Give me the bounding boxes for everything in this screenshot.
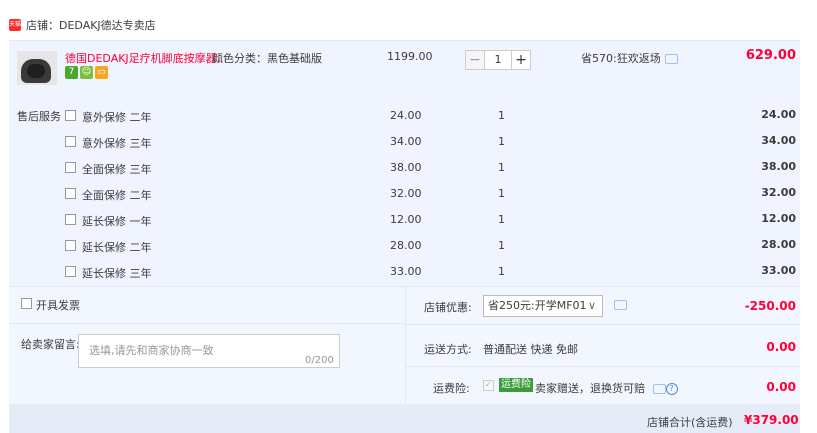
qty-plus-button[interactable]: +: [511, 50, 531, 70]
promo-text: 省570:狂欢返场: [581, 52, 661, 65]
invoice-label[interactable]: 开具发票: [36, 297, 80, 313]
insurance-checkbox: ✓: [483, 380, 494, 391]
sku-label: 颜色分类：: [212, 52, 267, 65]
message-icon[interactable]: [652, 384, 666, 394]
shipping-label: 运送方式:: [424, 343, 472, 356]
product-badge-icon: ☺: [80, 66, 93, 79]
service-qty: 1: [498, 161, 505, 174]
service-checkbox[interactable]: [65, 188, 76, 199]
promo-info: 省570:狂欢返场: [581, 50, 678, 66]
qty-minus-button[interactable]: −: [465, 50, 485, 70]
service-name[interactable]: 全面保修 二年: [82, 187, 152, 203]
service-row[interactable]: 延长保修 一年 12.00 1 12.00: [0, 212, 817, 240]
shop-total-amount: ¥379.00: [744, 413, 799, 427]
message-icon[interactable]: [614, 300, 627, 310]
sku-value: 黑色基础版: [267, 52, 322, 65]
service-checkbox[interactable]: [65, 136, 76, 147]
coupon-selected: 省250元:开学MF01: [488, 299, 587, 312]
divider: [406, 324, 800, 325]
product-title-link[interactable]: 德国DEDAKJ足疗机脚底按摩器...: [65, 50, 227, 66]
service-total: 12.00: [761, 212, 796, 225]
service-price: 12.00: [390, 213, 422, 226]
invoice-checkbox[interactable]: [21, 298, 32, 309]
service-total: 28.00: [761, 238, 796, 251]
divider: [405, 286, 406, 403]
coupon-select[interactable]: 省250元:开学MF01 ∨: [483, 295, 603, 317]
coupon-amount: -250.00: [744, 299, 796, 313]
insurance-amount: 0.00: [766, 380, 796, 394]
product-badge-icon: ▭: [95, 66, 108, 79]
product-badges: 7 ☺ ▭: [65, 66, 108, 79]
chevron-down-icon: ∨: [587, 299, 596, 312]
service-name[interactable]: 意外保修 三年: [82, 135, 152, 151]
service-qty: 1: [498, 187, 505, 200]
service-row[interactable]: 意外保修 三年 34.00 1 34.00: [0, 134, 817, 162]
shipping-amount: 0.00: [766, 340, 796, 354]
service-name[interactable]: 延长保修 一年: [82, 213, 152, 229]
coupon-label: 店铺优惠:: [424, 301, 472, 314]
insurance-text: 卖家赠送，退换货可赔: [535, 382, 645, 395]
note-char-count: 0/200: [305, 355, 334, 366]
tmall-shop-icon: 天猫: [9, 19, 21, 31]
service-checkbox[interactable]: [65, 162, 76, 173]
note-label: 给卖家留言:: [21, 338, 80, 351]
service-qty: 1: [498, 213, 505, 226]
service-qty: 1: [498, 135, 505, 148]
service-total: 33.00: [761, 264, 796, 277]
sku-info: 颜色分类：黑色基础版: [212, 50, 322, 66]
service-checkbox[interactable]: [65, 266, 76, 277]
service-qty: 1: [498, 265, 505, 278]
message-icon[interactable]: [664, 54, 678, 64]
shop-total-label: 店铺合计(含运费): [647, 416, 733, 429]
service-qty: 1: [498, 239, 505, 252]
divider: [406, 366, 800, 367]
divider: [9, 323, 405, 324]
service-row[interactable]: 意外保修 二年 24.00 1 24.00: [0, 108, 817, 136]
unit-price: 1199.00: [387, 50, 433, 63]
item-total: 629.00: [745, 48, 796, 63]
note-placeholder: 选填,请先和商家协商一致: [89, 344, 214, 357]
service-price: 32.00: [390, 187, 422, 200]
service-checkbox[interactable]: [65, 110, 76, 121]
service-total: 34.00: [761, 134, 796, 147]
help-icon[interactable]: ?: [665, 383, 678, 395]
shop-name[interactable]: 店铺：DEDAKJ德达专卖店: [26, 17, 156, 33]
insurance-tag: 运费险: [499, 378, 533, 392]
service-price: 38.00: [390, 161, 422, 174]
service-row[interactable]: 延长保修 二年 28.00 1 28.00: [0, 238, 817, 266]
service-price: 24.00: [390, 109, 422, 122]
insurance-info: 卖家赠送，退换货可赔 ?: [535, 380, 678, 396]
service-checkbox[interactable]: [65, 240, 76, 251]
product-thumbnail[interactable]: [17, 51, 57, 85]
service-qty: 1: [498, 109, 505, 122]
insurance-label: 运费险:: [433, 382, 470, 395]
service-row[interactable]: 全面保修 二年 32.00 1 32.00: [0, 186, 817, 214]
service-price: 34.00: [390, 135, 422, 148]
service-total: 38.00: [761, 160, 796, 173]
service-price: 33.00: [390, 265, 422, 278]
service-total: 24.00: [761, 108, 796, 121]
shipping-method: 普通配送 快递 免邮: [483, 343, 578, 356]
product-badge-icon: 7: [65, 66, 78, 79]
service-name[interactable]: 意外保修 二年: [82, 109, 152, 125]
service-checkbox[interactable]: [65, 214, 76, 225]
service-name[interactable]: 延长保修 二年: [82, 239, 152, 255]
service-row[interactable]: 全面保修 三年 38.00 1 38.00: [0, 160, 817, 188]
quantity-stepper[interactable]: − 1 +: [465, 50, 531, 70]
qty-input[interactable]: 1: [485, 50, 511, 70]
service-total: 32.00: [761, 186, 796, 199]
service-name[interactable]: 全面保修 三年: [82, 161, 152, 177]
service-price: 28.00: [390, 239, 422, 252]
service-name[interactable]: 延长保修 三年: [82, 265, 152, 281]
